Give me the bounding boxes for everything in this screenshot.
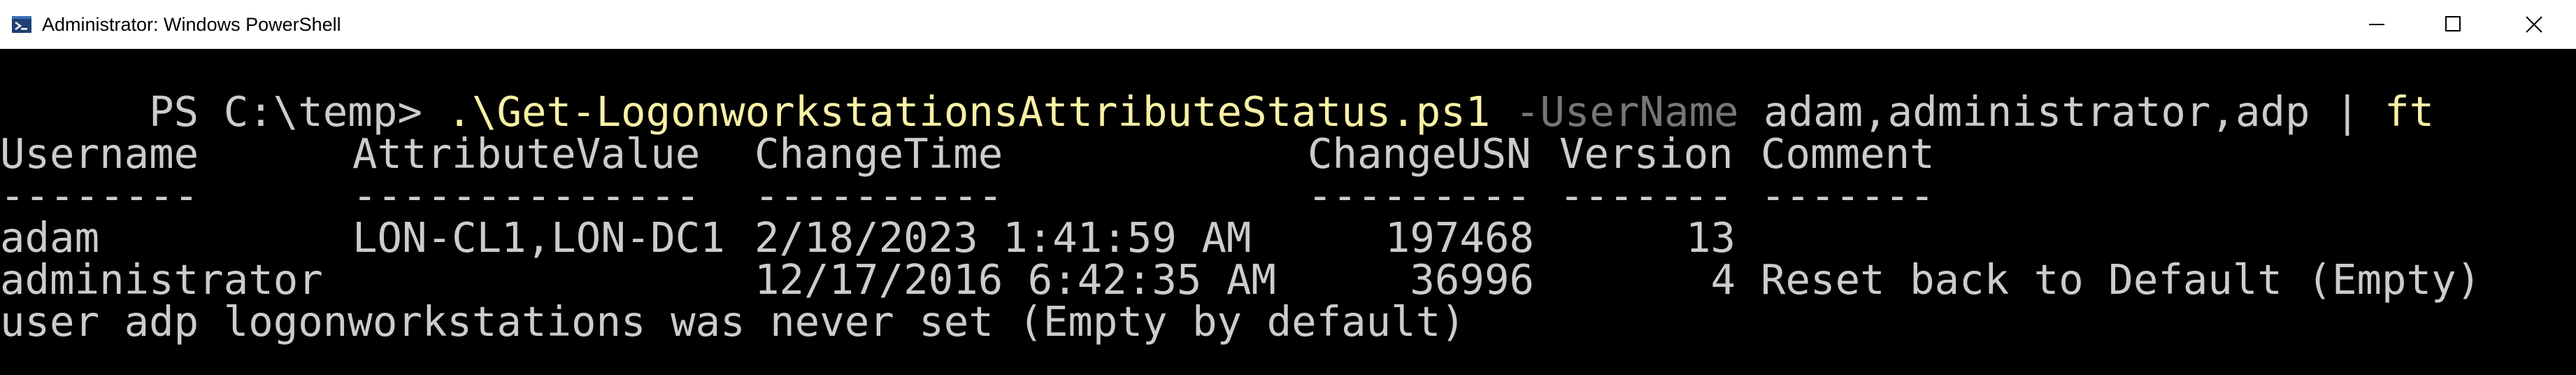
table-row: administrator 12/17/2016 6:42:35 AM 3699… [0,259,2576,301]
header-changeusn: ChangeUSN [1308,129,1531,178]
cell-changeusn: 197468 [1384,213,1534,262]
status-message: user adp logonworkstations was never set… [0,297,1466,346]
cell-version: 4 [1710,255,1736,304]
cell-username: administrator [0,255,323,304]
command-text: .\Get-LogonworkstationsAttributeStatus.p… [447,87,1491,136]
header-attributevalue: AttributeValue [352,129,701,178]
pipe-command-text: ft [2384,87,2435,136]
powershell-icon [12,16,31,33]
argument-text: adam,administrator,adp [1763,87,2310,136]
header-changetime: ChangeTime [754,129,1003,178]
cell-changeusn: 36996 [1410,255,1534,304]
pipe-symbol: | [2335,87,2360,136]
table-separator-row: -------- -------------- ---------- -----… [0,175,2576,217]
cell-username: adam [0,213,100,262]
window-title: Administrator: Windows PowerShell [42,14,341,35]
powershell-window: Administrator: Windows PowerShell PS C:\… [0,0,2576,375]
prompt-text: PS C:\temp> [149,87,448,136]
maximize-icon [2445,16,2461,31]
separator-comment: ------- [1761,171,1935,220]
close-button[interactable] [2492,0,2576,49]
header-comment: Comment [1761,129,1935,178]
cell-attributevalue: LON-CL1,LON-DC1 [352,213,725,262]
separator-version: ------- [1559,171,1733,220]
minimize-icon [2369,24,2384,25]
separator-changeusn: --------- [1308,171,1531,220]
title-bar[interactable]: Administrator: Windows PowerShell [0,0,2576,49]
minimize-button[interactable] [2338,0,2415,49]
separator-changetime: ---------- [754,171,1003,220]
console-output[interactable]: PS C:\temp> .\Get-LogonworkstationsAttri… [0,49,2576,375]
close-icon [2526,16,2542,33]
header-username: Username [0,129,199,178]
separator-username: -------- [0,171,199,220]
cell-version: 13 [1685,213,1736,262]
cell-changetime: 12/17/2016 6:42:35 AM [754,255,1276,304]
parameter-text: -UserName [1515,87,1739,136]
table-header-row: Username AttributeValue ChangeTime Chang… [0,133,2576,175]
separator-attributevalue: -------------- [352,171,701,220]
header-version: Version [1559,129,1733,178]
cell-changetime: 2/18/2023 1:41:59 AM [754,213,1252,262]
command-line: PS C:\temp> .\Get-LogonworkstationsAttri… [0,49,2434,133]
cell-comment: Reset back to Default (Empty) [1761,255,2482,304]
table-row: adam LON-CL1,LON-DC1 2/18/2023 1:41:59 A… [0,217,2576,259]
maximize-button[interactable] [2415,0,2492,49]
